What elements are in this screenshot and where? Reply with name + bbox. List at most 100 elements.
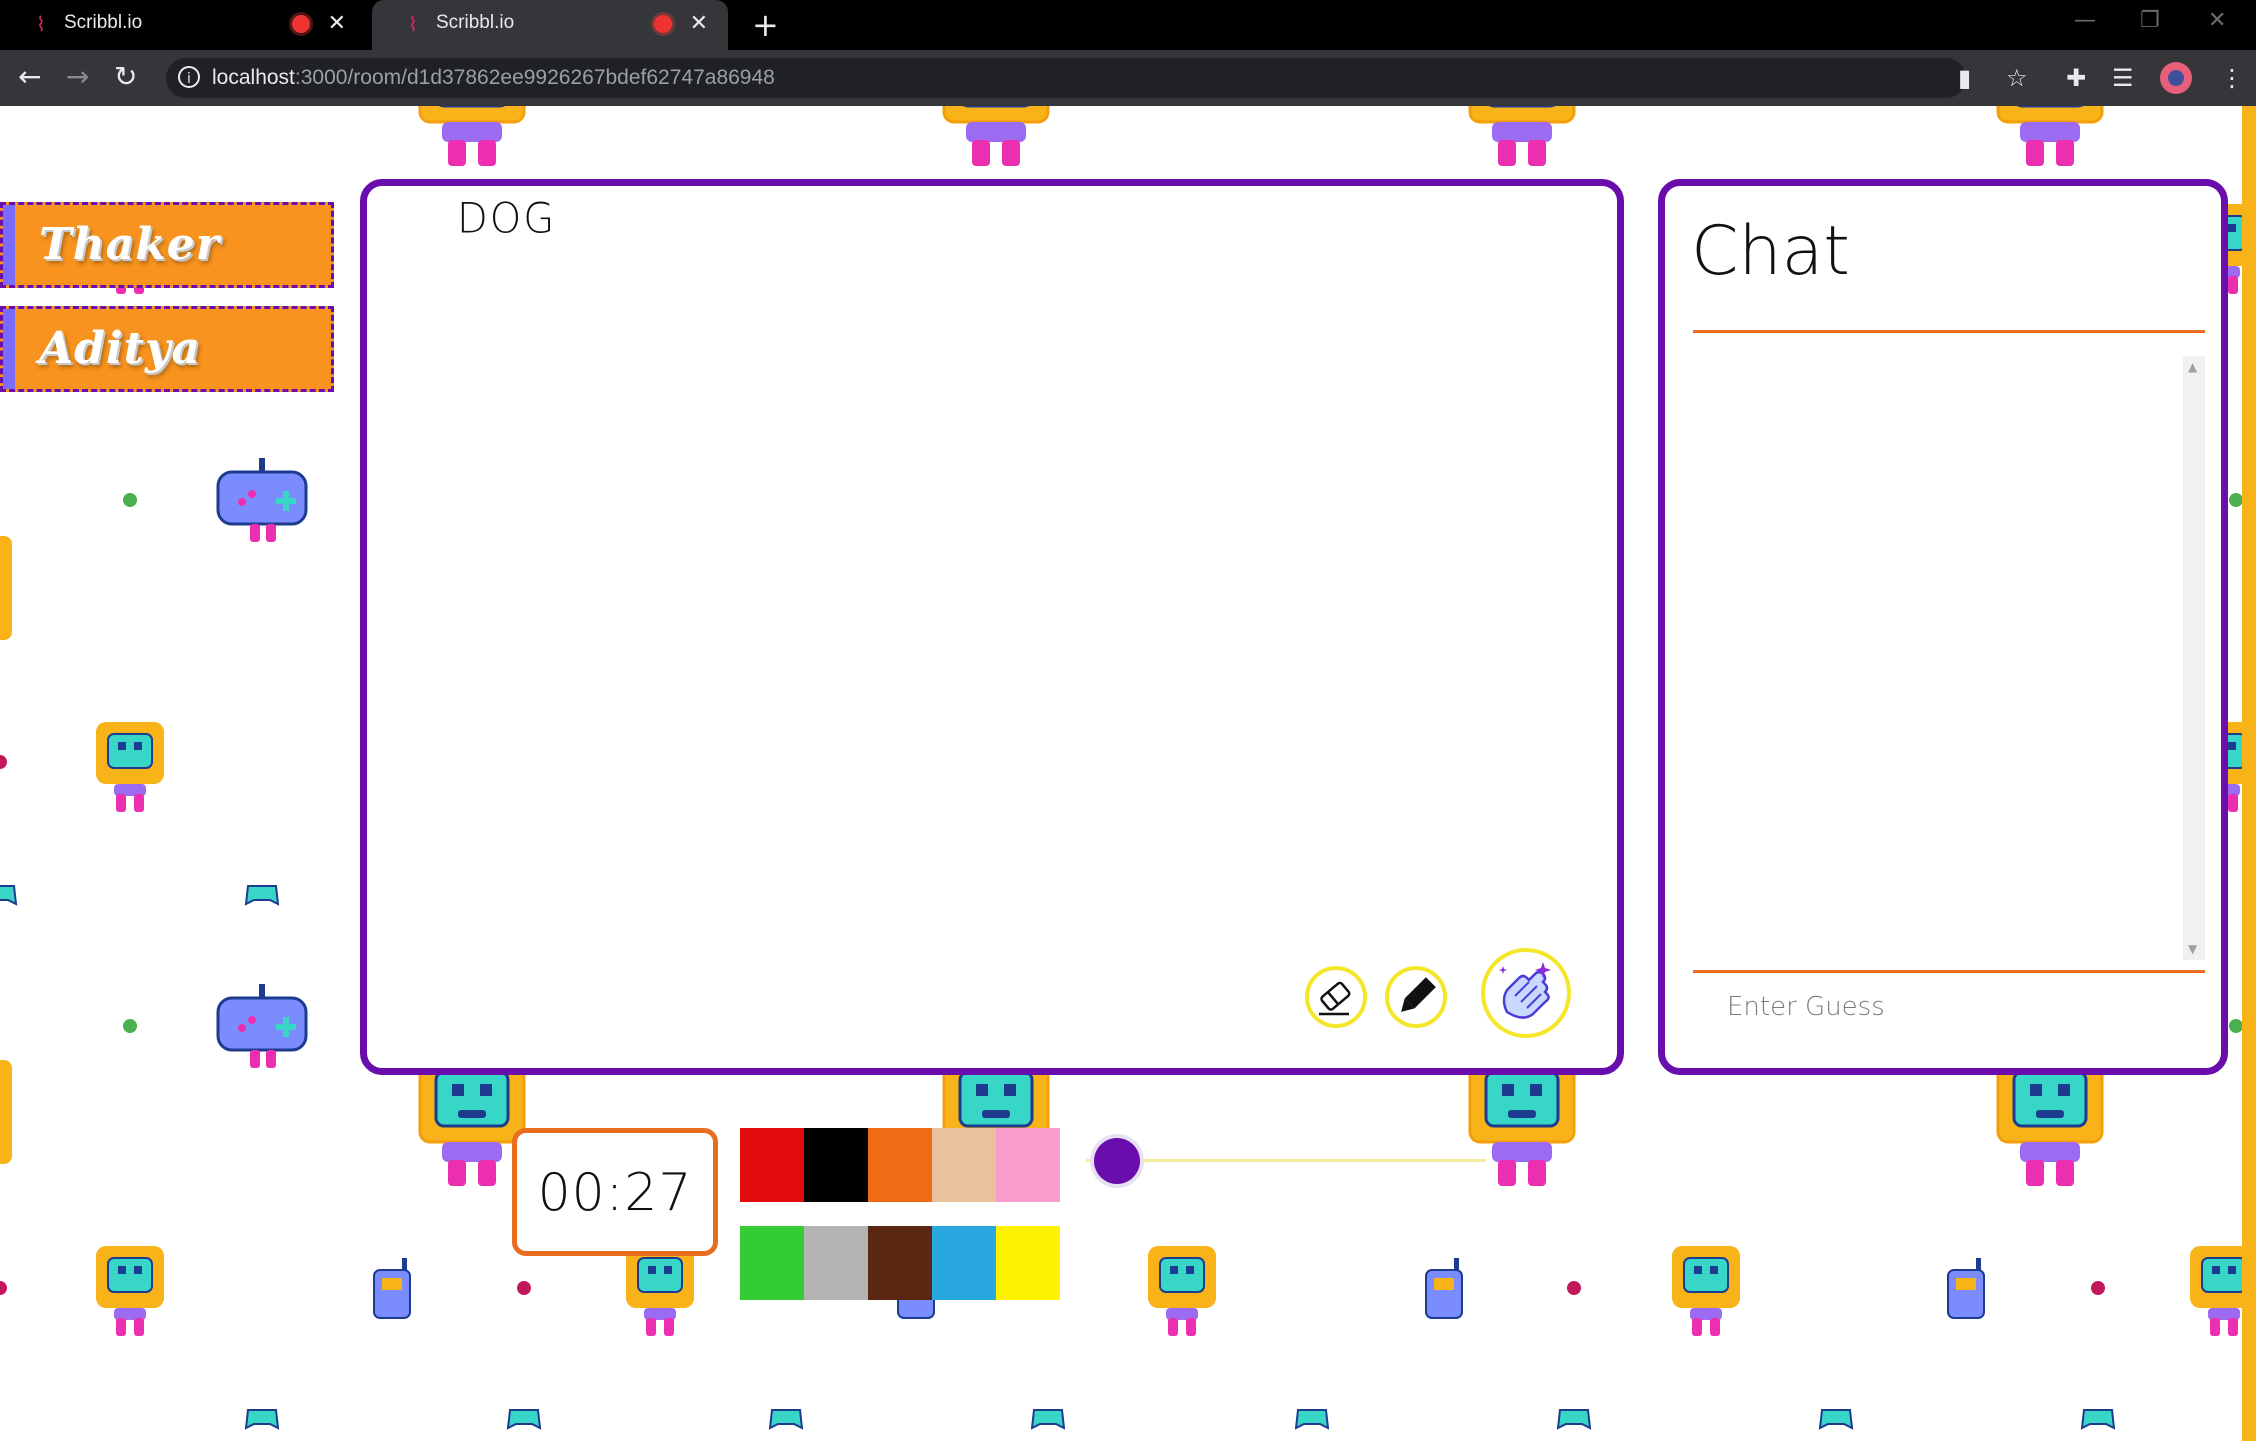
color-swatch[interactable] bbox=[868, 1226, 932, 1300]
clear-canvas-button[interactable] bbox=[1481, 948, 1571, 1038]
robot-decoration bbox=[1468, 106, 1576, 166]
chat-input-divider bbox=[1693, 970, 2205, 973]
page-edge-strip bbox=[2242, 106, 2256, 1441]
clear-canvas-icon bbox=[1499, 962, 1551, 1019]
phone-decoration bbox=[1425, 1258, 1463, 1319]
dot-decoration bbox=[2229, 1019, 2243, 1033]
controller-decoration bbox=[1030, 1409, 1066, 1430]
player-bar bbox=[3, 309, 15, 389]
phone-decoration bbox=[373, 1258, 411, 1319]
dot-decoration bbox=[2091, 1281, 2105, 1295]
player-bar bbox=[3, 205, 15, 285]
color-swatch[interactable] bbox=[740, 1226, 804, 1300]
controller-decoration bbox=[1556, 1409, 1592, 1430]
dot-decoration bbox=[0, 1281, 7, 1295]
robot-decoration bbox=[1468, 1056, 1576, 1186]
controller-decoration bbox=[244, 885, 280, 906]
player-card-aditya: Aditya bbox=[0, 306, 334, 392]
close-tab-icon[interactable]: ✕ bbox=[690, 10, 708, 38]
gamepad-decoration bbox=[216, 458, 308, 542]
timer-value: 00:27 bbox=[537, 1163, 693, 1223]
tab-title: Scribbl.io bbox=[64, 12, 143, 33]
color-swatch[interactable] bbox=[804, 1128, 868, 1202]
controller-decoration bbox=[1294, 1409, 1330, 1430]
recording-icon bbox=[654, 15, 672, 33]
address-bar[interactable]: i localhost:3000/room/d1d37862ee9926267b… bbox=[166, 58, 1966, 98]
robot-decoration bbox=[96, 1246, 164, 1336]
eraser-button[interactable] bbox=[1305, 966, 1367, 1028]
scroll-up-icon[interactable]: ▲ bbox=[2188, 360, 2197, 374]
reload-icon[interactable]: ↻ bbox=[114, 60, 137, 94]
guess-input[interactable] bbox=[1725, 982, 2189, 1032]
url-text: localhost:3000/room/d1d37862ee9926267bde… bbox=[212, 66, 775, 89]
tab-title: Scribbl.io bbox=[436, 12, 515, 33]
profile-avatar[interactable] bbox=[2160, 62, 2192, 94]
scroll-down-icon[interactable]: ▼ bbox=[2188, 942, 2197, 956]
dot-decoration bbox=[2229, 493, 2243, 507]
robot-decoration bbox=[626, 1246, 694, 1336]
browser-tab-2[interactable]: ⌇ Scribbl.io ✕ bbox=[372, 0, 728, 50]
dot-decoration bbox=[1567, 1281, 1581, 1295]
phone-decoration bbox=[1947, 1258, 1985, 1319]
round-timer: 00:27 bbox=[512, 1128, 718, 1256]
chat-panel: Chat ▲ ▼ bbox=[1658, 179, 2228, 1075]
favicon-icon: ⌇ bbox=[408, 12, 418, 36]
word-to-draw: DOG bbox=[457, 194, 557, 244]
browser-toolbar: ← → ↻ i localhost:3000/room/d1d37862ee99… bbox=[0, 50, 2256, 106]
robot-decoration bbox=[1672, 1246, 1740, 1336]
browser-tab-bar: ⌇ Scribbl.io ✕ ⌇ Scribbl.io ✕ + — ❐ ✕ bbox=[0, 0, 2256, 50]
color-swatch[interactable] bbox=[868, 1128, 932, 1202]
brush-size-knob[interactable] bbox=[1094, 1138, 1140, 1184]
color-swatch[interactable] bbox=[932, 1226, 996, 1300]
favicon-icon: ⌇ bbox=[36, 12, 46, 36]
chat-scrollbar[interactable]: ▲ ▼ bbox=[2183, 356, 2205, 960]
robot-decoration bbox=[1996, 1056, 2104, 1186]
dot-decoration bbox=[123, 1019, 137, 1033]
player-name: Aditya bbox=[39, 323, 202, 374]
drawing-canvas[interactable]: DOG bbox=[360, 179, 1624, 1075]
media-controls-icon[interactable]: ☰ bbox=[2112, 64, 2134, 92]
restore-icon[interactable]: ❐ bbox=[2140, 8, 2160, 33]
dot-decoration bbox=[123, 493, 137, 507]
browser-tab-1[interactable]: ⌇ Scribbl.io ✕ bbox=[0, 0, 366, 50]
robot-decoration bbox=[1996, 106, 2104, 166]
forward-icon[interactable]: → bbox=[66, 60, 89, 94]
close-tab-icon[interactable]: ✕ bbox=[328, 10, 346, 38]
dot-decoration bbox=[517, 1281, 531, 1295]
robot-decoration bbox=[1148, 1246, 1216, 1336]
pencil-button[interactable] bbox=[1385, 966, 1447, 1028]
robot-decoration bbox=[418, 1056, 526, 1186]
color-swatch[interactable] bbox=[740, 1128, 804, 1202]
new-tab-button[interactable]: + bbox=[752, 7, 779, 43]
robot-decoration bbox=[942, 106, 1050, 166]
window-close-icon[interactable]: ✕ bbox=[2208, 8, 2226, 33]
controller-decoration bbox=[506, 1409, 542, 1430]
chat-messages[interactable]: ▲ ▼ bbox=[1693, 356, 2205, 960]
controller-decoration bbox=[2080, 1409, 2116, 1430]
camera-icon[interactable]: ▮ bbox=[1958, 64, 1971, 92]
color-swatch[interactable] bbox=[804, 1226, 868, 1300]
pencil-icon bbox=[1401, 977, 1436, 1012]
controller-decoration bbox=[0, 885, 18, 906]
player-name: Thaker bbox=[39, 219, 220, 270]
color-swatch[interactable] bbox=[996, 1226, 1060, 1300]
menu-icon[interactable]: ⋮ bbox=[2220, 64, 2244, 92]
controller-decoration bbox=[1818, 1409, 1854, 1430]
robot-decoration bbox=[418, 106, 526, 166]
color-swatch[interactable] bbox=[996, 1128, 1060, 1202]
site-info-icon[interactable]: i bbox=[178, 66, 200, 88]
extensions-icon[interactable]: ✚ bbox=[2066, 64, 2086, 92]
bookmark-star-icon[interactable]: ☆ bbox=[2006, 64, 2028, 92]
controller-decoration bbox=[768, 1409, 804, 1430]
back-icon[interactable]: ← bbox=[18, 60, 41, 94]
eraser-icon bbox=[1319, 981, 1351, 1016]
color-swatch[interactable] bbox=[932, 1128, 996, 1202]
game-page: Thaker Aditya DOG Chat ▲ ▼ Enter Guess 0… bbox=[0, 106, 2256, 1441]
robot-edge-decoration bbox=[0, 1060, 12, 1164]
brush-size-track[interactable] bbox=[1086, 1159, 1486, 1162]
robot-decoration bbox=[96, 722, 164, 812]
controller-decoration bbox=[244, 1409, 280, 1430]
minimize-icon[interactable]: — bbox=[2074, 8, 2096, 33]
chat-title: Chat bbox=[1691, 212, 1850, 291]
player-card-thaker: Thaker bbox=[0, 202, 334, 288]
